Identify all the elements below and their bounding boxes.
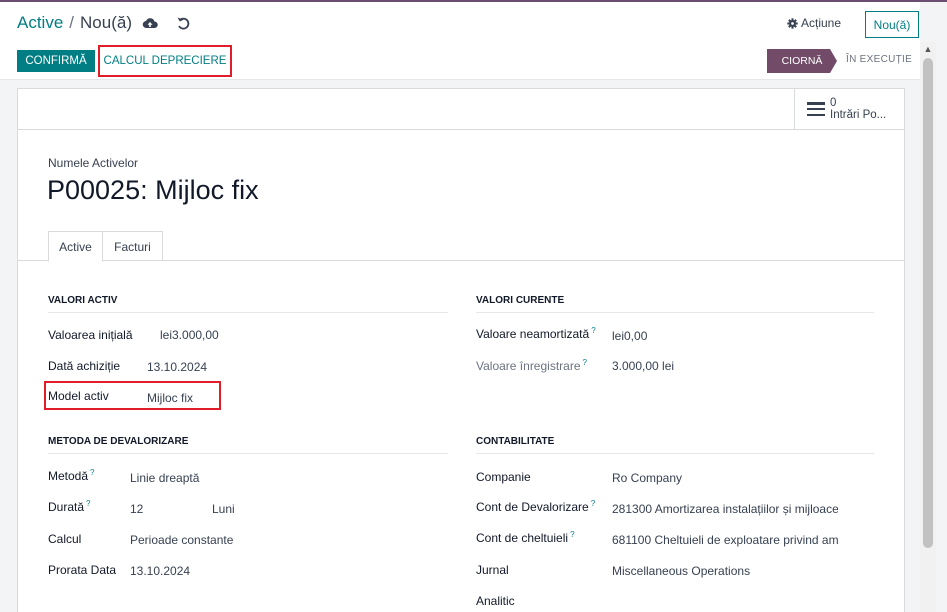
section-title-depreciation-method: METODA DE DEVALORIZARE [48,436,448,454]
control-panel: CONFIRMĂ CALCUL DEPRECIERE CIORNĂ ÎN EXE… [0,42,920,80]
label-depreciation-account: Cont de Devalorizare? [476,499,596,514]
action-menu-label: Acțiune [801,16,842,30]
company-field[interactable]: Ro Company [612,471,682,485]
notebook-tabs: Active Facturi [18,231,904,262]
depreciation-account-field[interactable]: 281300 Amortizarea instalațiilor și mijl… [612,502,838,516]
label-method: Metodă? [48,468,95,483]
form-sheet: 0 Intrări Po... Numele Activelor P00025:… [17,88,905,612]
label-computation: Calcul [48,532,82,546]
tab-active[interactable]: Active [48,231,103,262]
computation-field[interactable]: Perioade constante [130,533,233,547]
breadcrumb-parent-link[interactable]: Active [17,13,63,33]
bars-icon [807,102,825,116]
compute-depreciation-button[interactable]: CALCUL DEPRECIERE [98,45,232,77]
method-field[interactable]: Linie dreaptă [130,471,199,485]
label-book-value: Valoare neamortizată? [476,326,596,341]
original-value-field[interactable]: lei3.000,00 [160,328,219,342]
new-record-button[interactable]: Nou(ă) [865,11,919,38]
tab-invoices[interactable]: Facturi [103,231,163,261]
button-box: 0 Intrări Po... [18,89,904,130]
label-expense-account: Cont de cheltuieli? [476,530,575,545]
label-company: Companie [476,470,531,484]
label-analytic: Analitic [476,594,515,608]
breadcrumb: Active / Nou(ă) [17,13,132,33]
scrollbar-thumb[interactable] [923,58,933,548]
breadcrumb-header: Active / Nou(ă) Acțiune Nou(ă) [0,2,920,42]
expense-account-field[interactable]: 681100 Cheltuieli de exploatare privind … [612,533,838,547]
smart-button-label: Intrări Po... [830,109,887,121]
label-journal: Jurnal [476,563,509,577]
label-acquisition-date: Dată achiziție [48,359,121,373]
discard-undo-icon[interactable] [175,15,191,31]
status-stage-draft[interactable]: CIORNĂ [767,49,837,73]
section-title-asset-values: VALORI ACTIV [48,295,448,313]
journal-field[interactable]: Miscellaneous Operations [612,564,750,578]
asset-model-highlight [44,381,221,410]
asset-name-field[interactable]: P00025: Mijloc fix [47,175,259,206]
action-menu-button[interactable]: Acțiune [787,16,841,30]
journal-entries-smart-button[interactable]: 0 Intrări Po... [794,89,904,129]
breadcrumb-separator: / [69,13,75,32]
status-stage-running[interactable]: ÎN EXECUȚIE [846,54,912,65]
help-tooltip-icon[interactable]: ? [591,499,595,508]
gross-value-field: 3.000,00 lei [612,359,675,373]
section-title-current-values: VALORI CURENTE [476,295,874,313]
help-tooltip-icon[interactable]: ? [591,326,595,335]
label-prorata-date: Prorata Data [48,563,117,577]
acquisition-date-field[interactable]: 13.10.2024 [147,360,207,374]
duration-unit-select[interactable]: Luni [212,502,235,516]
label-gross-value: Valoare înregistrare? [476,358,587,373]
cloud-upload-icon[interactable] [142,15,158,31]
scroll-up-arrow-icon[interactable]: ▲ [920,44,936,56]
confirm-button[interactable]: CONFIRMĂ [17,50,95,72]
help-tooltip-icon[interactable]: ? [86,499,90,508]
help-tooltip-icon[interactable]: ? [583,358,587,367]
gear-icon [787,17,798,29]
duration-field[interactable]: 12 [130,502,143,516]
help-tooltip-icon[interactable]: ? [90,468,94,477]
section-title-accounting: CONTABILITATE [476,436,874,454]
prorata-date-field[interactable]: 13.10.2024 [130,564,190,578]
smart-button-count: 0 [830,97,837,109]
help-tooltip-icon[interactable]: ? [570,530,574,539]
analytic-field[interactable] [612,594,852,608]
label-duration: Durată? [48,499,91,514]
book-value-field: lei0,00 [612,329,648,343]
asset-name-label: Numele Activelor [48,156,139,170]
breadcrumb-current: Nou(ă) [80,13,132,32]
label-original-value: Valoarea inițială [48,328,133,342]
vertical-scrollbar[interactable]: ▲ [920,42,936,612]
